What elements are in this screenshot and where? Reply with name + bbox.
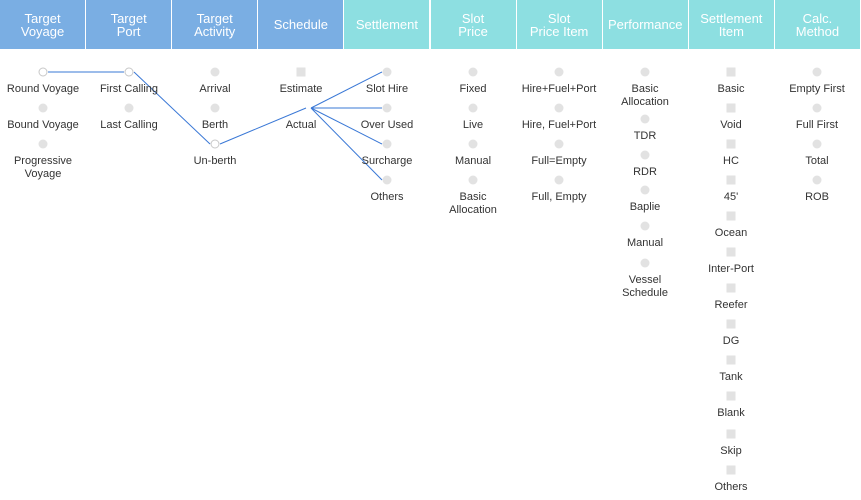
slot-price-item-option-label: Full, Empty xyxy=(531,191,587,203)
column-header-bar: Target Voyage Target Port Target Activity S… xyxy=(0,0,861,49)
settlement-item-option-label: Tank xyxy=(719,371,743,383)
settlement-item-option-label: Reefer xyxy=(714,299,748,311)
calc-method-option-label: ROB xyxy=(805,191,829,203)
column-header-settlement-item: Settlement Item xyxy=(688,0,775,49)
slot-price-option-label: Fixed xyxy=(459,83,487,95)
slot-price-dot-marker[interactable] xyxy=(468,139,478,149)
slot-price-option-label: Live xyxy=(462,119,484,131)
settlement-item-option-label: HC xyxy=(723,155,739,167)
target-voyage-option-label: Progressive Voyage xyxy=(13,155,73,180)
settlement-item-option-label: DG xyxy=(722,335,740,347)
performance-option-label: Manual xyxy=(626,237,664,249)
settlement-option-label: Slot Hire xyxy=(365,83,409,95)
schedule-option-label: Actual xyxy=(285,119,317,131)
slot-price-item-dot-marker[interactable] xyxy=(554,103,564,113)
settlement-option-label: Surcharge xyxy=(361,155,413,167)
settlement-item-option-label: Blank xyxy=(717,407,745,419)
column-header-calc-method: Calc. Method xyxy=(774,0,861,49)
performance-dot-marker[interactable] xyxy=(640,221,650,231)
settlement-item-option-label: Basic xyxy=(717,83,745,95)
settlement-option-label: Others xyxy=(370,191,404,203)
target-activity-option-label: Un-berth xyxy=(193,155,237,167)
target-activity-option-label: Arrival xyxy=(199,83,231,95)
schedule-square-marker[interactable] xyxy=(296,67,306,77)
column-header-slot-price-item: Slot Price Item xyxy=(516,0,603,49)
target-voyage-dot-marker[interactable] xyxy=(38,139,48,149)
column-header-target-port: Target Port xyxy=(86,0,173,49)
slot-price-option-label: Basic Allocation xyxy=(449,191,497,216)
settlement-item-option-label: 45' xyxy=(723,191,739,203)
settlement-item-square-marker[interactable] xyxy=(726,103,736,113)
target-port-option-label: First Calling xyxy=(99,83,159,95)
settlement-item-option-label: Void xyxy=(720,119,742,131)
slot-price-dot-marker[interactable] xyxy=(468,67,478,77)
settlement-item-square-marker[interactable] xyxy=(726,465,736,475)
column-header-target-voyage: Target Voyage xyxy=(0,0,87,49)
column-header-settlement: Settlement xyxy=(344,0,431,49)
performance-option-label: Basic Allocation xyxy=(621,83,669,108)
target-port-dot-marker[interactable] xyxy=(124,103,134,113)
settlement-option-label: Over Used xyxy=(360,119,414,131)
slot-price-item-option-label: Hire+Fuel+Port xyxy=(521,83,597,95)
target-voyage-option-label: Bound Voyage xyxy=(7,119,79,131)
calc-method-option-label: Total xyxy=(805,155,829,167)
slot-price-item-dot-marker[interactable] xyxy=(554,175,564,185)
settlement-item-square-marker[interactable] xyxy=(726,67,736,77)
settlement-item-option-label: Inter-Port xyxy=(708,263,754,275)
settlement-dot-marker[interactable] xyxy=(382,139,392,149)
settlement-item-square-marker[interactable] xyxy=(726,429,736,439)
target-activity-option-label: Berth xyxy=(201,119,229,131)
settlement-item-option-label: Ocean xyxy=(714,227,748,239)
target-voyage-ring-marker[interactable] xyxy=(38,67,48,77)
slot-price-option-label: Manual xyxy=(454,155,492,167)
settlement-item-square-marker[interactable] xyxy=(726,175,736,185)
settlement-item-square-marker[interactable] xyxy=(726,319,736,329)
slot-price-dot-marker[interactable] xyxy=(468,175,478,185)
target-port-ring-marker[interactable] xyxy=(124,67,134,77)
target-voyage-option-label: Round Voyage xyxy=(6,83,80,95)
column-header-slot-price: Slot Price xyxy=(430,0,517,49)
settlement-item-square-marker[interactable] xyxy=(726,391,736,401)
calc-method-dot-marker[interactable] xyxy=(812,103,822,113)
performance-dot-marker[interactable] xyxy=(640,185,650,195)
target-voyage-dot-marker[interactable] xyxy=(38,103,48,113)
performance-dot-marker[interactable] xyxy=(640,258,650,268)
calc-method-dot-marker[interactable] xyxy=(812,175,822,185)
settlement-item-square-marker[interactable] xyxy=(726,211,736,221)
calc-method-dot-marker[interactable] xyxy=(812,67,822,77)
target-port-option-label: Last Calling xyxy=(100,119,158,131)
slot-price-item-dot-marker[interactable] xyxy=(554,67,564,77)
calc-method-option-label: Empty First xyxy=(789,83,845,95)
target-activity-ring-marker[interactable] xyxy=(210,139,220,149)
settlement-dot-marker[interactable] xyxy=(382,67,392,77)
performance-dot-marker[interactable] xyxy=(640,67,650,77)
target-activity-dot-marker[interactable] xyxy=(210,67,220,77)
schedule-option-label: Estimate xyxy=(279,83,323,95)
performance-option-label: RDR xyxy=(633,166,657,178)
performance-option-label: Vessel Schedule xyxy=(622,274,668,299)
settlement-item-option-label: Others xyxy=(714,481,748,493)
slot-price-item-option-label: Hire, Fuel+Port xyxy=(521,119,597,131)
settlement-item-option-label: Skip xyxy=(720,445,742,457)
slot-price-item-dot-marker[interactable] xyxy=(554,139,564,149)
settlement-item-square-marker[interactable] xyxy=(726,139,736,149)
settlement-item-square-marker[interactable] xyxy=(726,283,736,293)
performance-dot-marker[interactable] xyxy=(640,150,650,160)
calc-method-option-label: Full First xyxy=(795,119,839,131)
slot-price-item-option-label: Full=Empty xyxy=(531,155,587,167)
target-activity-dot-marker[interactable] xyxy=(210,103,220,113)
performance-dot-marker[interactable] xyxy=(640,114,650,124)
calc-method-dot-marker[interactable] xyxy=(812,139,822,149)
slot-price-dot-marker[interactable] xyxy=(468,103,478,113)
settlement-item-square-marker[interactable] xyxy=(726,247,736,257)
settlement-dot-marker[interactable] xyxy=(382,103,392,113)
column-header-performance: Performance xyxy=(602,0,689,49)
column-header-schedule: Schedule xyxy=(258,0,345,49)
settlement-item-square-marker[interactable] xyxy=(726,355,736,365)
settlement-dot-marker[interactable] xyxy=(382,175,392,185)
performance-option-label: Baplie xyxy=(629,201,661,213)
performance-option-label: TDR xyxy=(633,130,657,142)
column-header-target-activity: Target Activity xyxy=(172,0,259,49)
